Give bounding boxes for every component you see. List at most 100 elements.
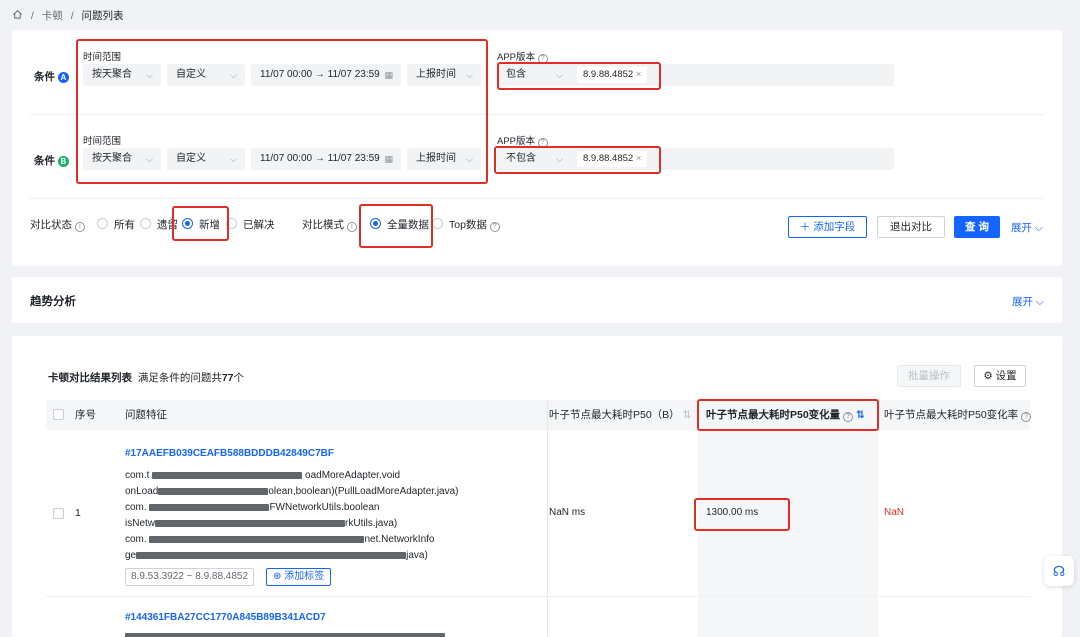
help-icon: i [346,222,357,232]
radio-full-data[interactable] [370,218,381,229]
breadcrumb-item-issue-list: 问题列表 [81,10,124,22]
chevron-down-icon: ⌵ [466,154,473,164]
col-p50-b-header[interactable]: 叶子节点最大耗时P50（B） ⇅ [549,400,691,430]
home-icon[interactable] [12,9,23,20]
time-range-title-a: 时间范围 [83,52,122,63]
row-index: 1 [75,507,81,519]
chevron-down-icon: ⌵ [556,154,563,164]
help-icon: ? [843,412,854,422]
breadcrumb-item-stutter[interactable]: 卡顿 [42,10,63,22]
sort-icon: ⇅ [856,409,865,421]
close-icon[interactable]: × [636,69,642,80]
expand-filter-link[interactable]: 展开 ⌵ [1011,220,1043,235]
stack-line: ge java) [125,550,428,561]
radio-legacy[interactable] [140,218,151,229]
chevron-down-icon: ⌵ [1035,296,1044,308]
aggregation-select-b[interactable]: 按天聚合 ⌵ [83,148,161,170]
close-icon[interactable]: × [636,153,642,164]
radio-top-data[interactable] [432,218,443,229]
exit-compare-button[interactable]: 退出对比 [877,216,945,238]
version-operator-select-b[interactable]: 不包含 ⌵ [497,148,571,170]
query-button[interactable]: 查 询 [954,216,1000,238]
headset-icon[interactable]: ☊ [1044,556,1074,586]
help-icon: ? [537,138,548,148]
add-tag-button[interactable]: ⊕ 添加标签 [266,568,332,586]
gear-icon: ⚙ [983,370,993,382]
compare-status-label: 对比状态 i [30,217,85,232]
radio-legacy-label: 遗留 [157,219,178,231]
p50-rate-value: NaN [884,507,905,518]
highlight-column-bg [698,400,878,637]
time-range-title-b: 时间范围 [83,136,122,147]
condition-b-label: 条件 B [34,153,69,168]
plus-icon: ＋ [799,221,811,233]
select-all-checkbox[interactable] [53,409,64,420]
add-field-button[interactable]: ＋ 添加字段 [788,216,867,238]
chevron-down-icon: ⌵ [556,70,563,80]
calendar-icon: ▦ [384,70,393,80]
stack-line: com.t oadMoreAdapter.void [125,470,401,481]
badge-b: B [57,156,69,167]
chevron-down-icon: ⌵ [146,70,153,80]
radio-new-label: 新增 [199,219,220,231]
mode-select-b[interactable]: 自定义 ⌵ [167,148,245,170]
settings-button[interactable]: ⚙ 设置 [974,365,1026,387]
condition-a-label: 条件 A [34,69,69,84]
version-tag-b: 8.9.88.4852 × [577,151,648,167]
stack-line: com. FWNetworkUtils.boolean [125,502,380,513]
divider [30,114,1044,115]
column-divider [547,400,548,637]
report-time-select-a[interactable]: 上报时间 ⌵ [407,64,481,86]
badge-a: A [57,72,69,83]
sort-icon: ⇅ [682,409,692,421]
chevron-down-icon: ⌵ [146,154,153,164]
date-range-picker-b[interactable]: 11/07 00:00 → 11/07 23:59 ▦ [251,148,401,170]
trend-title: 趋势分析 [30,296,76,308]
col-index-header: 序号 [75,409,96,421]
breadcrumb: / 卡顿 / 问题列表 [12,8,124,22]
issue-id-link[interactable]: #144361FBA27CC1770A845B89B341ACD7 [125,612,326,623]
results-title: 卡顿对比结果列表 满足条件的问题共77个 [48,372,245,384]
batch-operation-button[interactable]: 批量操作 [897,365,961,387]
radio-resolved-label: 已解决 [243,219,275,231]
stack-line: onLoad olean,boolean)(PullLoadMoreAdapter… [125,486,459,497]
mode-select-a[interactable]: 自定义 ⌵ [167,64,245,86]
aggregation-select-a[interactable]: 按天聚合 ⌵ [83,64,161,86]
table-header [46,400,1030,430]
compare-mode-label: 对比模式 i [302,217,357,232]
report-time-select-b[interactable]: 上报时间 ⌵ [407,148,481,170]
date-range-picker-a[interactable]: 11/07 00:00 → 11/07 23:59 ▦ [251,64,401,86]
radio-new[interactable] [182,218,193,229]
stack-line: isNetw rkUtils.java) [125,518,398,529]
divider [30,198,1044,199]
radio-all[interactable] [97,218,108,229]
help-icon: i [74,222,85,232]
calendar-icon: ▦ [384,154,393,164]
expand-trend-link[interactable]: 展开 ⌵ [1012,294,1044,309]
p50-delta-value: 1300.00 ms [706,507,759,518]
version-range-tag: 8.9.53.3922 ~ 8.9.88.4852 [125,568,255,586]
help-icon: ? [1021,412,1032,422]
col-p50-rate-header: 叶子节点最大耗时P50变化率 ? [884,400,1032,430]
radio-full-data-label: 全量数据 [387,219,429,231]
col-issue-header: 问题特征 [125,409,167,421]
stack-line [125,630,445,637]
trend-panel [12,277,1062,323]
col-p50-delta-header[interactable]: 叶子节点最大耗时P50变化量 ? ⇅ [706,400,865,430]
stack-line: com. net.NetworkInfo [125,534,435,545]
radio-resolved[interactable] [226,218,237,229]
p50-b-value: NaN ms [549,507,586,518]
radio-top-data-label: Top数据 ? [449,217,500,232]
help-icon: ? [537,54,548,64]
plus-circle-icon: ⊕ [273,571,282,582]
chevron-down-icon: ⌵ [230,154,237,164]
issue-id-link[interactable]: #17AAEFB039CEAFB588BDDDB42849C7BF [125,448,334,459]
row-checkbox[interactable] [53,508,64,519]
version-operator-select-a[interactable]: 包含 ⌵ [497,64,571,86]
app-version-title-a: APP版本 ? [497,49,548,64]
help-icon: ? [489,222,500,232]
app-version-title-b: APP版本 ? [497,133,548,148]
chevron-down-icon: ⌵ [1034,222,1043,234]
version-tag-a: 8.9.88.4852 × [577,67,648,83]
chevron-down-icon: ⌵ [466,70,473,80]
